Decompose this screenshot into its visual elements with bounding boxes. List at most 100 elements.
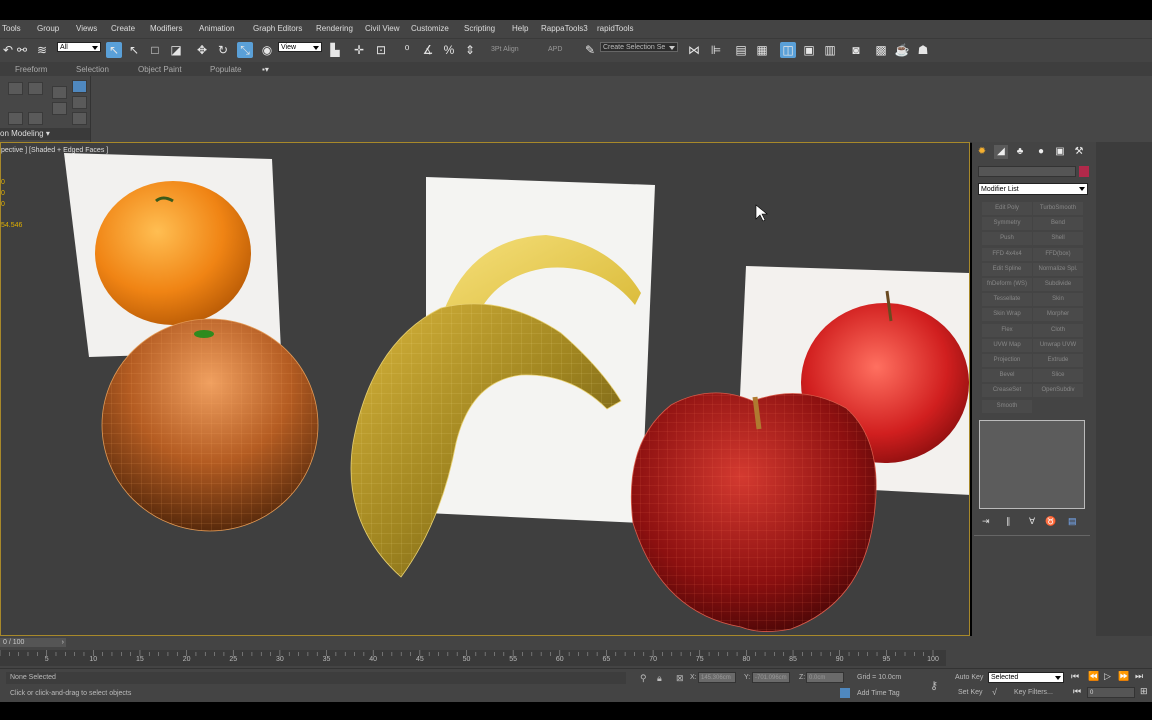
modifier-button[interactable]: TurboSmooth [1033,202,1083,215]
modifier-button[interactable]: Bevel [982,369,1032,383]
modifier-button[interactable]: Skin [1033,293,1083,307]
reference-coordinate-dropdown[interactable]: View [278,42,322,52]
place-icon[interactable]: ◉ [259,42,275,58]
object-name-field[interactable] [978,166,1076,177]
menu-civil-view[interactable]: Civil View [365,24,400,33]
y-coordinate-field[interactable]: -701.096cm [752,672,790,683]
modifier-button[interactable]: FFD(box) [1033,247,1083,261]
motion-tab-icon[interactable]: ● [1034,145,1048,159]
remove-modifier-icon[interactable]: ♉ [1045,516,1056,527]
modifier-button[interactable]: OpenSubdiv [1033,384,1083,398]
schematic-view-icon[interactable]: ▣ [801,42,817,58]
ribbon-button-2[interactable] [28,82,43,95]
ribbon-button-6[interactable] [72,96,87,109]
modifier-button[interactable]: Bend [1033,217,1083,231]
menu-graph-editors[interactable]: Graph Editors [253,24,302,33]
key-mode-toggle-icon[interactable]: ⏮ [1073,686,1081,697]
time-slider[interactable]: 0 / 100 › [0,638,66,647]
spinner-snap-icon[interactable]: ⇕ [462,42,478,58]
pivot-center-icon[interactable]: ▙ [327,42,343,58]
snaps-toggle-icon[interactable]: ⁰ [399,42,415,58]
menu-rendering[interactable]: Rendering [316,24,353,33]
previous-frame-icon[interactable]: ⏪ [1088,671,1099,682]
object-color-swatch[interactable] [1079,166,1089,177]
track-bar[interactable]: 5 10 15 20 25 30 35 40 45 50 55 60 65 70 75 80 85 90 95 100 [0,650,946,666]
select-and-manipulate-icon[interactable]: ✛ [351,42,367,58]
render-iterative-icon[interactable]: ☗ [915,42,931,58]
render-production-icon[interactable]: ☕ [894,42,910,58]
modifier-button[interactable]: Unwrap UVW [1033,338,1083,352]
modifier-button[interactable]: Symmetry [982,217,1032,231]
three-point-align-label[interactable]: 3Pt Align [491,46,519,53]
layer-explorer-icon[interactable]: ▤ [733,42,749,58]
apple-3d-model[interactable] [630,392,877,632]
modifier-button[interactable]: Push [982,232,1032,246]
rendered-frame-window-icon[interactable]: ▩ [873,42,889,58]
isolate-selection-icon[interactable]: ⚲ [640,673,647,684]
z-coordinate-field[interactable]: 0.0cm [806,672,844,683]
modifier-button[interactable]: FFD 4x4x4 [982,247,1032,261]
ribbon-button-3[interactable] [52,86,67,99]
show-end-result-icon[interactable]: ∥ [1006,516,1011,527]
modifier-button[interactable]: UVW Map [982,338,1032,352]
menu-create[interactable]: Create [111,24,135,33]
go-to-start-icon[interactable]: ⏮ [1071,671,1079,682]
ribbon-button-5[interactable] [72,80,87,93]
modifier-button[interactable]: Morpher [1033,308,1083,322]
modify-tab-icon[interactable]: ◢ [994,145,1008,159]
set-key-button[interactable]: Set Key [958,689,983,696]
configure-modifier-sets-icon[interactable]: ▤ [1068,516,1077,527]
ribbon-options-icon[interactable]: ▪▾ [262,65,269,74]
modifier-button[interactable]: Shell [1033,232,1083,246]
select-by-name-icon[interactable]: ↖ [126,42,142,58]
menu-group[interactable]: Group [37,24,59,33]
tab-selection[interactable]: Selection [76,65,109,74]
tab-freeform[interactable]: Freeform [15,65,47,74]
link-icon[interactable]: ⚯ [14,42,30,58]
x-coordinate-field[interactable]: 145.306cm [698,672,736,683]
make-unique-icon[interactable]: ∀ [1029,516,1035,527]
utilities-tab-icon[interactable]: ⚒ [1072,145,1086,159]
menu-views[interactable]: Views [76,24,97,33]
tab-object-paint[interactable]: Object Paint [138,65,182,74]
current-frame-field[interactable]: 0 [1087,687,1135,698]
menu-customize[interactable]: Customize [411,24,449,33]
ribbon-panel-label[interactable]: on Modeling ▾ [0,128,90,140]
mirror-icon[interactable]: ⋈ [686,42,702,58]
edit-named-selection-icon[interactable]: ✎ [582,42,598,58]
modifier-button[interactable]: Tessellate [982,293,1032,307]
modifier-button[interactable]: Skin Wrap [982,308,1032,322]
ribbon-button-1[interactable] [8,82,23,95]
key-filters-button[interactable]: Key Filters... [1014,689,1053,696]
hierarchy-tab-icon[interactable]: ♣ [1013,145,1027,159]
menu-help[interactable]: Help [512,24,528,33]
menu-rapidtools[interactable]: rapidTools [597,24,633,33]
menu-tools[interactable]: Tools [2,24,21,33]
selection-lock-icon[interactable]: 🔒︎ [657,673,662,684]
window-crossing-icon[interactable]: ◪ [168,42,184,58]
ribbon-button-9[interactable] [28,112,43,125]
go-to-end-icon[interactable]: ⏭ [1135,671,1143,682]
toggle-ribbon-icon[interactable]: ▦ [754,42,770,58]
percent-snap-icon[interactable]: % [441,42,457,58]
play-icon[interactable]: ▷ [1104,671,1111,682]
ribbon-button-7[interactable] [72,112,87,125]
ribbon-button-8[interactable] [8,112,23,125]
modifier-button[interactable]: Normalize Spl. [1033,262,1083,276]
rotate-icon[interactable]: ↻ [215,42,231,58]
ribbon-button-4[interactable] [52,102,67,115]
modifier-list-dropdown[interactable]: Modifier List [978,183,1088,195]
selection-filter-dropdown[interactable]: All [57,42,101,52]
auto-key-button[interactable]: Auto Key [955,674,983,681]
modifier-button[interactable]: fnDeform (WS) [982,278,1032,291]
key-mode-icon[interactable]: √ [992,687,997,697]
modifier-stack-view[interactable] [979,420,1085,509]
menu-animation[interactable]: Animation [199,24,235,33]
render-setup-icon[interactable]: ◙ [848,42,864,58]
next-frame-icon[interactable]: ⏩ [1118,671,1129,682]
modifier-button[interactable]: Smooth [982,399,1032,413]
time-tag-icon[interactable] [840,688,850,698]
modifier-button[interactable]: Cloth [1033,323,1083,337]
modifier-button[interactable]: Slice [1033,369,1083,383]
time-configuration-icon[interactable]: ⊞ [1140,686,1148,697]
